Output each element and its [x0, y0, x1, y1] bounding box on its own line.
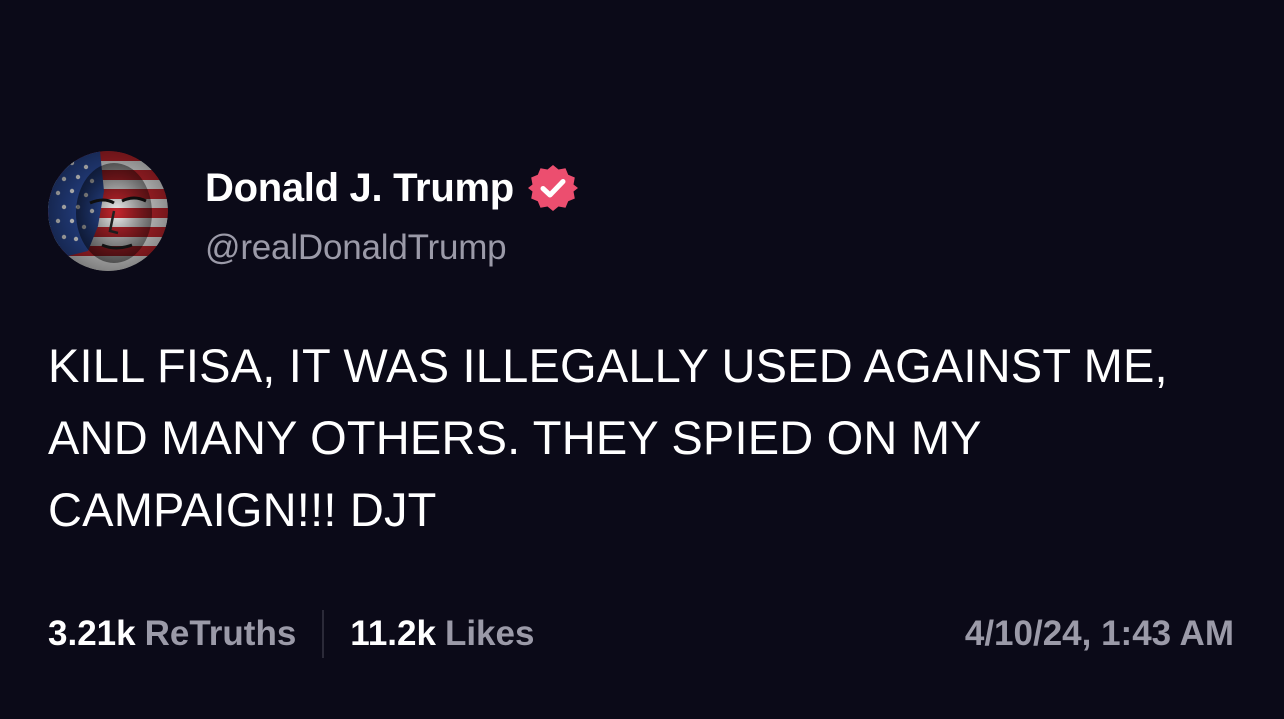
- likes-stat[interactable]: 11.2k Likes: [350, 614, 534, 654]
- likes-label: Likes: [444, 614, 535, 653]
- truth-post: Donald J. Trump @realDonaldTrump KILL FI…: [0, 0, 1284, 719]
- author-display-name[interactable]: Donald J. Trump: [205, 162, 514, 214]
- author-avatar[interactable]: [48, 151, 168, 271]
- post-text: KILL FISA, IT WAS ILLEGALLY USED AGAINST…: [48, 339, 1168, 536]
- retruths-stat[interactable]: 3.21k ReTruths: [48, 614, 296, 654]
- author-handle[interactable]: @realDonaldTrump: [205, 225, 507, 271]
- post-stats: 3.21k ReTruths 11.2k Likes: [48, 608, 534, 660]
- retruths-count: 3.21k: [48, 614, 136, 653]
- retruths-label: ReTruths: [144, 614, 297, 653]
- flag-portrait-avatar-icon: [48, 151, 168, 271]
- verified-badge-icon: [527, 165, 578, 211]
- post-timestamp[interactable]: 4/10/24, 1:43 AM: [965, 608, 1234, 660]
- author-name-row: Donald J. Trump: [205, 162, 578, 214]
- stats-divider: [322, 610, 325, 658]
- likes-count: 11.2k: [350, 614, 436, 653]
